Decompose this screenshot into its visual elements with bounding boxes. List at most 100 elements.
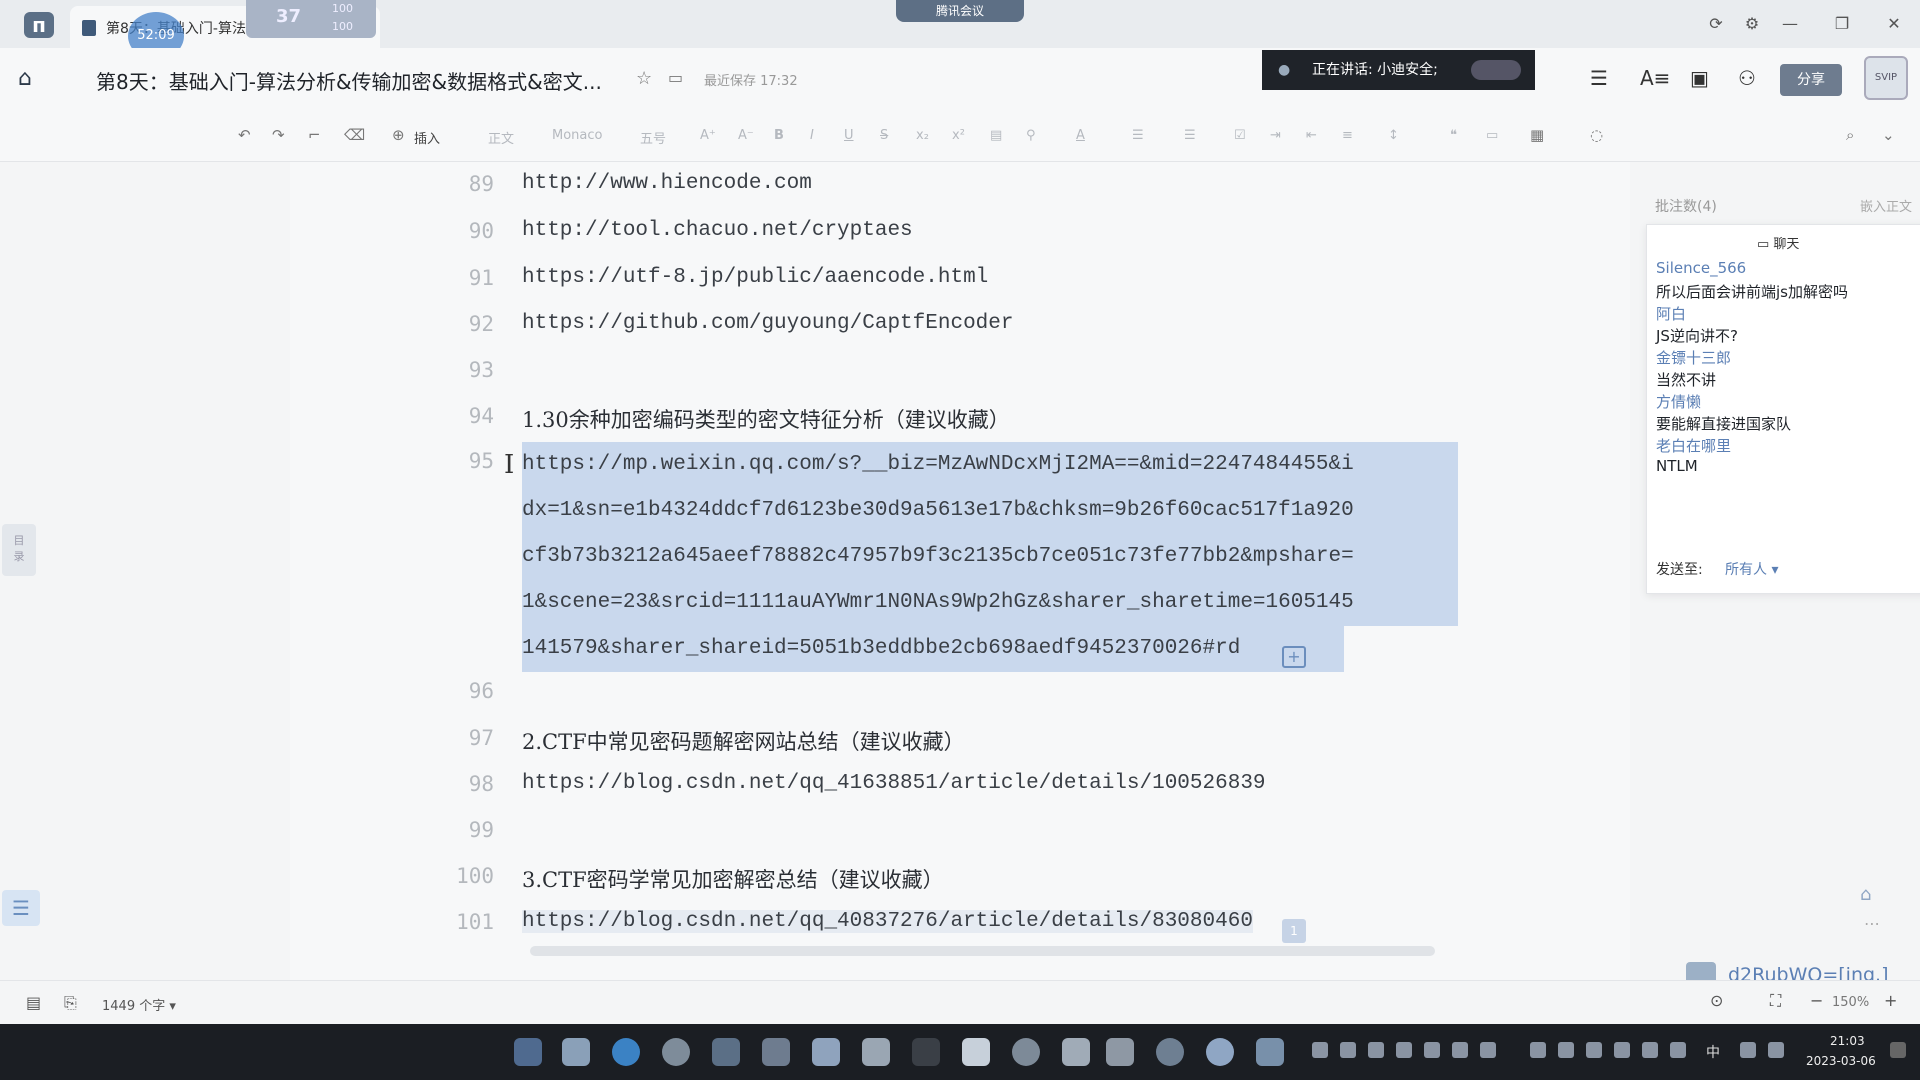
tray-app-icon[interactable] [1424,1042,1440,1058]
meeting-app-icon[interactable] [1206,1038,1234,1066]
document-canvas[interactable]: 89 90 91 92 93 94 95 96 97 98 99 100 101… [290,162,1630,980]
minimize-button[interactable]: — [1778,12,1802,36]
bullet-list-icon[interactable]: ☰ [1132,128,1144,143]
collapse-toolbar-icon[interactable]: ⌄ [1882,126,1895,144]
selected-url-line[interactable]: dx=1&sn=e1b4324ddcf7d6123be30d9a5613e17b… [522,488,1458,534]
search-icon[interactable]: ⌕ [1846,126,1854,144]
collaborators-icon[interactable]: ⚇ [1738,66,1756,90]
zoom-in-icon[interactable]: + [1884,991,1897,1010]
docs-app-icon[interactable] [712,1038,740,1066]
refresh-icon[interactable]: ⟳ [1704,12,1728,36]
terminal-icon[interactable] [912,1038,940,1066]
word-count[interactable]: 1449 个字 ▾ [102,995,176,1014]
notepad-icon[interactable] [862,1038,890,1066]
font-family-select[interactable]: Monaco [552,128,602,143]
font-shrink-icon[interactable]: A⁻ [738,128,754,143]
present-icon[interactable]: ▣ [1690,66,1709,90]
font-size-select[interactable]: 五号 [640,128,666,147]
tray-app-icon[interactable] [1368,1042,1384,1058]
outdent-icon[interactable]: ⇤ [1306,128,1317,143]
meeting-pill[interactable]: 腾讯会议 [896,0,1024,22]
outline-tab[interactable]: 目录 [2,524,36,576]
file-explorer-icon[interactable] [562,1038,590,1066]
web-view-icon[interactable]: ⎘ [64,993,77,1013]
browser-icon[interactable] [1156,1038,1184,1066]
clock-date[interactable]: 2023-03-06 [1806,1054,1876,1068]
add-comment-icon[interactable]: + [1282,646,1306,668]
font-color-icon[interactable]: A [1076,128,1085,143]
play-icon[interactable]: ⊙ [1710,991,1723,1010]
divider-icon[interactable]: ▭ [1486,128,1498,143]
java-icon[interactable] [962,1038,990,1066]
tray-app-icon[interactable] [1586,1042,1602,1058]
italic-icon[interactable]: I [810,128,814,143]
volume-icon[interactable] [1768,1042,1784,1058]
strikethrough-icon[interactable]: S [880,128,888,143]
table-icon[interactable]: ▦ [1530,126,1544,144]
user-avatar[interactable]: SVIP [1864,56,1908,100]
underline-icon[interactable]: U [844,128,854,143]
font-grow-icon[interactable]: A⁺ [700,128,716,143]
tray-app-icon[interactable] [1614,1042,1630,1058]
network-icon[interactable] [1740,1042,1756,1058]
text-format-icon[interactable]: A≡ [1640,66,1670,90]
paragraph-style-select[interactable]: 正文 [488,128,514,147]
subscript-icon[interactable]: x₂ [916,128,929,143]
selected-url-line[interactable]: 1&scene=23&srcid=1111auAYWmr1N0NAs9Wp2hG… [522,580,1458,626]
tray-app-icon[interactable] [1312,1042,1328,1058]
tray-app-icon[interactable] [1642,1042,1658,1058]
redo-icon[interactable]: ↷ [272,126,285,144]
document-title[interactable]: 第8天：基础入门-算法分析&传输加密&数据格式&密文... [96,66,602,95]
shirt-icon[interactable]: ⌂ [1860,884,1871,905]
bold-icon[interactable]: B [774,128,784,143]
microphone-tray-icon[interactable] [1670,1042,1686,1058]
menu-icon[interactable]: ☰ [1590,66,1608,90]
close-button[interactable]: ✕ [1882,12,1906,36]
quote-icon[interactable]: ❝ [1450,128,1457,143]
line-spacing-icon[interactable]: ↕ [1388,128,1399,143]
settings-app-icon[interactable] [1012,1038,1040,1066]
doc-line-url[interactable]: http://tool.chacuo.net/cryptaes [522,219,913,242]
doc-line-url[interactable]: https://blog.csdn.net/qq_41638851/articl… [522,772,1266,795]
tray-app-icon[interactable] [1530,1042,1546,1058]
clock-time[interactable]: 21:03 [1830,1034,1865,1048]
align-icon[interactable]: ≡ [1342,128,1353,143]
undo-icon[interactable]: ↶ [238,126,251,144]
doc-line-heading[interactable]: 3.CTF密码学常见加密解密总结（建议收藏） [522,864,944,894]
fullscreen-icon[interactable]: ⛶ [1770,991,1781,1011]
app-logo-icon[interactable]: ᴨ [24,12,54,38]
numbered-list-icon[interactable]: ☰ [1184,128,1196,143]
comments-embed-toggle[interactable]: 嵌入正文 [1860,196,1912,215]
more-tools-icon[interactable]: ◌ [1590,126,1603,144]
doc-line-heading[interactable]: 1.30余种加密编码类型的密文特征分析（建议收藏） [522,404,1010,434]
page-view-icon[interactable]: ▤ [26,993,41,1012]
tray-app-icon[interactable] [1480,1042,1496,1058]
folder-icon[interactable]: ▭ [668,68,683,87]
edge-icon[interactable] [612,1038,640,1066]
tray-app-icon[interactable] [1558,1042,1574,1058]
zoom-level[interactable]: 150% [1832,995,1869,1010]
steam-icon[interactable] [762,1038,790,1066]
doc-line-url[interactable]: https://blog.csdn.net/qq_40837276/articl… [522,910,1253,933]
shield-app-icon[interactable] [1062,1038,1090,1066]
insert-icon[interactable]: ⊕ [392,126,405,144]
eraser-icon[interactable]: ⌫ [344,126,365,144]
insert-button[interactable]: 插入 [414,128,440,147]
doc-line-url[interactable]: https://utf-8.jp/public/aaencode.html [522,266,988,289]
ime-indicator[interactable]: 中 [1706,1042,1720,1062]
doc-line-url[interactable]: http://www.hiencode.com [522,172,812,195]
start-icon[interactable] [514,1038,542,1066]
horizontal-scrollbar[interactable] [530,946,1435,956]
home-icon[interactable]: ⌂ [18,66,32,91]
format-painter-icon[interactable]: ⌐ [308,126,321,144]
superscript-icon[interactable]: x² [952,128,965,143]
maximize-button[interactable]: ❐ [1830,12,1854,36]
window-switch-icon[interactable] [1256,1038,1284,1066]
doc-line-heading[interactable]: 2.CTF中常见密码题解密网站总结（建议收藏） [522,726,965,756]
tray-app-icon[interactable] [1452,1042,1468,1058]
zoom-out-icon[interactable]: − [1810,991,1823,1010]
outline-menu-icon[interactable]: ☰ [2,890,40,926]
notification-icon[interactable] [1890,1042,1906,1058]
highlight-icon[interactable]: ▤ [990,128,1002,143]
selected-url-line[interactable]: https://mp.weixin.qq.com/s?__biz=MzAwNDc… [522,442,1458,488]
